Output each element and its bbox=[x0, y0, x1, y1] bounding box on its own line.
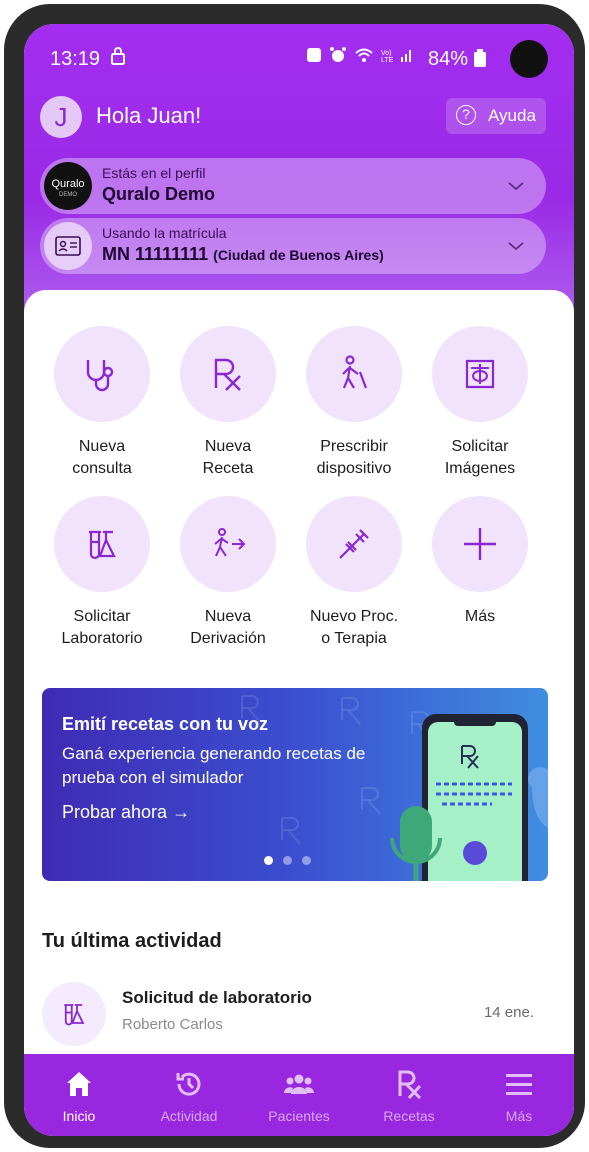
action-request-imaging[interactable]: Solicitar Imágenes bbox=[420, 326, 540, 480]
walking-cane-icon bbox=[306, 326, 402, 422]
license-caption: Usando la matrícula bbox=[102, 225, 227, 241]
lab-flask-icon bbox=[42, 982, 106, 1046]
license-selector[interactable]: Usando la matrícula MN 11111111 (Ciudad … bbox=[40, 218, 546, 274]
help-button[interactable]: ? Ayuda bbox=[446, 98, 546, 134]
nav-prescriptions[interactable]: Recetas bbox=[354, 1054, 464, 1136]
greeting-row: J Hola Juan! ? Ayuda bbox=[40, 96, 560, 138]
logo-text: Quralo bbox=[51, 178, 84, 190]
banner-description: Ganá experiencia generando recetas de pr… bbox=[62, 744, 366, 787]
front-camera bbox=[510, 40, 548, 78]
syringe-icon bbox=[306, 496, 402, 592]
action-label: Nuevo Proc. o Terapia bbox=[309, 608, 399, 647]
battery-icon bbox=[473, 49, 486, 67]
nav-label: Recetas bbox=[383, 1108, 435, 1124]
nav-label: Más bbox=[505, 1108, 533, 1124]
nav-more[interactable]: Más bbox=[464, 1054, 574, 1136]
nav-label: Inicio bbox=[62, 1108, 96, 1124]
avatar[interactable]: J bbox=[40, 96, 82, 138]
rx-icon bbox=[180, 326, 276, 422]
activity-patient: Roberto Carlos bbox=[122, 1016, 223, 1033]
home-content: Nueva consulta Nueva Receta Prescribir d… bbox=[24, 290, 574, 1090]
plus-icon bbox=[432, 496, 528, 592]
action-new-referral[interactable]: Nueva Derivación bbox=[168, 496, 288, 650]
chevron-down-icon bbox=[508, 182, 524, 191]
patients-icon bbox=[284, 1074, 314, 1094]
svg-text:Vo): Vo) bbox=[381, 50, 392, 57]
license-number: MN 11111111 (Ciudad de Buenos Aires) bbox=[102, 244, 384, 264]
action-request-lab[interactable]: Solicitar Laboratorio bbox=[42, 496, 162, 650]
help-button-label: Ayuda bbox=[488, 106, 536, 125]
alarm-icon bbox=[330, 47, 346, 62]
banner-cta-link[interactable]: Probar ahora → bbox=[62, 802, 190, 823]
status-bar: 13:19 Vo) LTE 84% bbox=[24, 24, 574, 84]
activity-title: Solicitud de laboratorio bbox=[122, 988, 312, 1007]
activity-date: 14 ene. bbox=[483, 1004, 534, 1021]
action-label: Solicitar Imágenes bbox=[444, 438, 516, 477]
action-label: Nueva Derivación bbox=[190, 608, 266, 647]
logo-subtext: DEMO bbox=[59, 192, 77, 198]
profile-name: Quralo Demo bbox=[102, 184, 216, 204]
action-label: Nueva consulta bbox=[72, 438, 132, 477]
activity-item[interactable]: Solicitud de laboratorio Roberto Carlos … bbox=[42, 982, 548, 1050]
activity-section-title: Tu última actividad bbox=[42, 930, 222, 952]
imaging-icon bbox=[432, 326, 528, 422]
action-label: Nueva Receta bbox=[202, 438, 254, 477]
signal-icon: Vo)LTE bbox=[381, 50, 411, 63]
profile-logo: Quralo DEMO bbox=[44, 162, 92, 210]
profile-caption: Estás en el perfil bbox=[102, 165, 206, 181]
rx-icon bbox=[398, 1070, 422, 1100]
menu-icon bbox=[506, 1074, 532, 1095]
carousel-dot-active[interactable] bbox=[264, 856, 273, 865]
referral-icon bbox=[180, 496, 276, 592]
greeting-text: Hola Juan! bbox=[96, 103, 202, 128]
status-icons: Vo) LTE bbox=[306, 46, 415, 64]
action-new-procedure[interactable]: Nuevo Proc. o Terapia bbox=[294, 496, 414, 650]
stethoscope-icon bbox=[54, 326, 150, 422]
nav-home[interactable]: Inicio bbox=[24, 1054, 134, 1136]
nav-label: Pacientes bbox=[268, 1108, 330, 1124]
profile-selector[interactable]: Quralo DEMO Estás en el perfil Quralo De… bbox=[40, 158, 546, 214]
chevron-down-icon bbox=[508, 242, 524, 251]
promo-banner[interactable]: Emití recetas con tu voz Ganá experienci… bbox=[42, 688, 548, 881]
nav-patients[interactable]: Pacientes bbox=[244, 1054, 354, 1136]
action-new-consultation[interactable]: Nueva consulta bbox=[42, 326, 162, 480]
battery-level: 84% bbox=[428, 48, 486, 71]
lab-flask-icon bbox=[54, 496, 150, 592]
carousel-dots bbox=[264, 856, 311, 865]
nav-activity[interactable]: Actividad bbox=[134, 1054, 244, 1136]
action-label: Solicitar Laboratorio bbox=[61, 608, 143, 647]
license-jurisdiction: (Ciudad de Buenos Aires) bbox=[213, 247, 384, 263]
status-time: 13:19 bbox=[50, 48, 101, 70]
id-card-icon bbox=[44, 222, 92, 270]
notification-icon bbox=[307, 48, 321, 62]
action-new-prescription[interactable]: Nueva Receta bbox=[168, 326, 288, 480]
carousel-dot[interactable] bbox=[302, 856, 311, 865]
svg-text:LTE: LTE bbox=[381, 57, 394, 63]
banner-title: Emití recetas con tu voz bbox=[62, 714, 269, 734]
action-prescribe-device[interactable]: Prescribir dispositivo bbox=[294, 326, 414, 480]
help-icon: ? bbox=[456, 105, 476, 125]
action-label: Prescribir dispositivo bbox=[316, 438, 392, 477]
home-icon bbox=[67, 1072, 91, 1096]
carousel-dot[interactable] bbox=[283, 856, 292, 865]
action-more[interactable]: Más bbox=[420, 496, 540, 628]
history-icon bbox=[176, 1072, 201, 1096]
wifi-icon bbox=[355, 48, 373, 62]
action-label: Más bbox=[464, 608, 496, 625]
bottom-nav: Inicio Actividad Pacientes Recetas Más bbox=[24, 1054, 574, 1136]
lock-icon bbox=[110, 46, 126, 71]
nav-label: Actividad bbox=[160, 1108, 218, 1124]
app-screen: 13:19 Vo) LTE 84% J Hola Juan! ? Ayuda Q… bbox=[24, 24, 574, 1136]
